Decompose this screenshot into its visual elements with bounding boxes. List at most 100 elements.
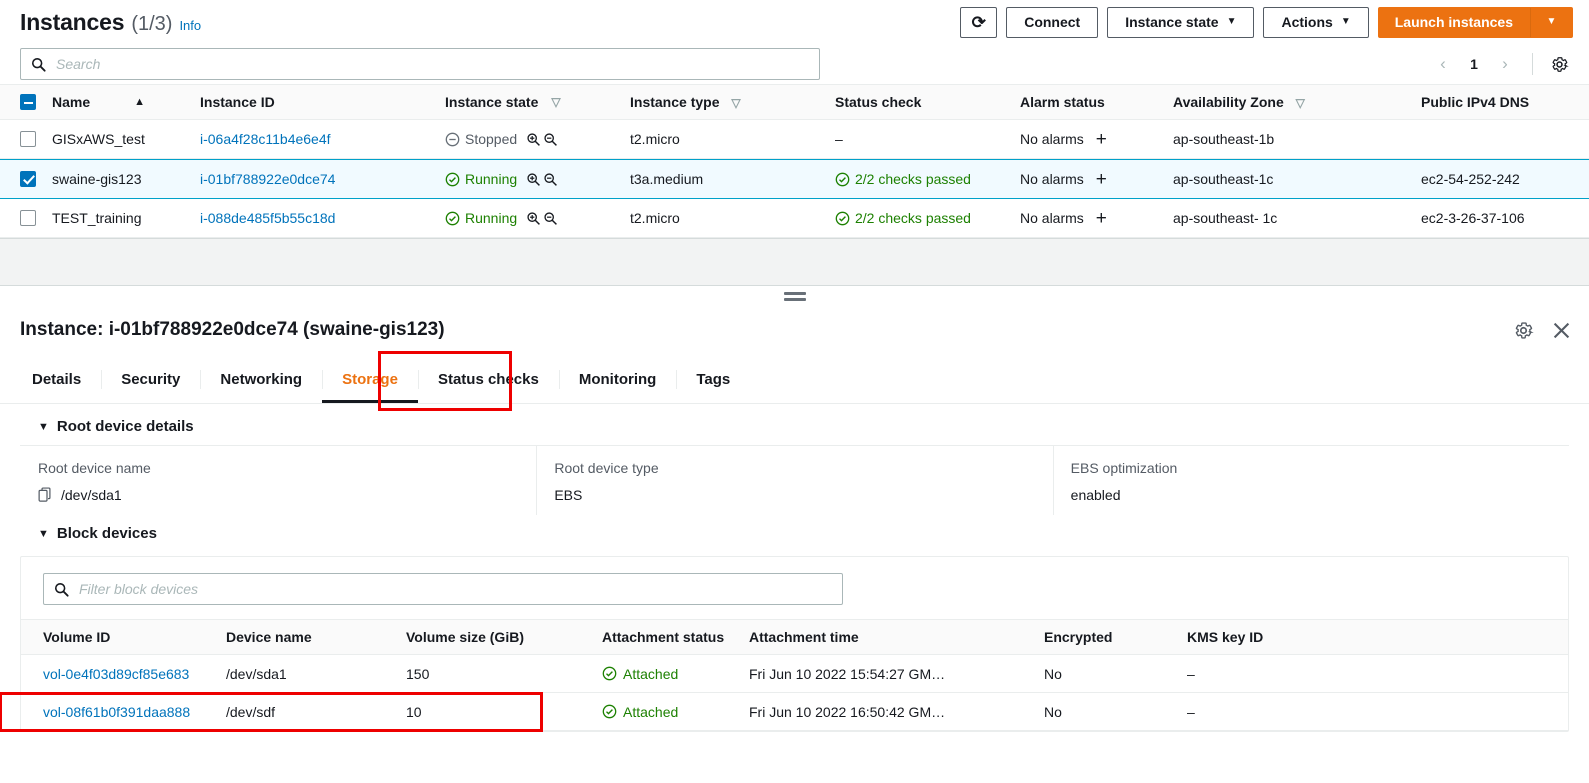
cell-attachment-time: Fri Jun 10 2022 16:50:42 GM… — [749, 703, 946, 720]
cell-device-name: /dev/sdf — [226, 703, 276, 720]
column-label-name: Name — [52, 94, 91, 110]
tab-monitoring[interactable]: Monitoring — [558, 356, 676, 403]
chevron-down-icon: ▼ — [1546, 16, 1557, 27]
cell-kms-key-id: – — [1187, 703, 1195, 720]
zoom-in-icon[interactable] — [526, 132, 541, 147]
detail-tabs-wrap: Details Security Networking Storage Stat… — [0, 351, 1589, 411]
tab-networking[interactable]: Networking — [200, 356, 322, 403]
row-checkbox[interactable] — [20, 210, 36, 226]
zoom-out-icon[interactable] — [543, 172, 558, 187]
volume-id-link[interactable]: vol-0e4f03d89cf85e683 — [43, 666, 189, 682]
tab-storage[interactable]: Storage — [322, 356, 418, 403]
cell-volume-size: 10 — [406, 703, 422, 720]
connect-label: Connect — [1024, 14, 1081, 30]
column-header-instance-id[interactable]: Instance ID — [200, 94, 445, 110]
column-header-public-ipv4-dns[interactable]: Public IPv4 DNS — [1421, 94, 1589, 110]
add-alarm-icon[interactable]: + — [1096, 170, 1107, 189]
tab-label: Storage — [342, 371, 398, 388]
column-label-status-check: Status check — [835, 94, 922, 110]
field-value-row: EBS — [554, 487, 1052, 503]
tab-security[interactable]: Security — [101, 356, 200, 403]
table-preferences-gear-icon[interactable] — [1545, 50, 1573, 78]
column-header-availability-zone[interactable]: Availability Zone ▽ — [1173, 94, 1421, 110]
column-header-attachment-status[interactable]: Attachment status — [602, 629, 749, 645]
prev-page-button[interactable]: ‹ — [1428, 49, 1458, 79]
alarm-label: No alarms — [1020, 131, 1084, 147]
column-header-instance-type[interactable]: Instance type ▽ — [630, 94, 835, 110]
page-title: Instances — [20, 8, 125, 35]
table-row[interactable]: swaine-gis123 i-01bf788922e0dce74 Runnin… — [0, 159, 1589, 199]
volume-id-link[interactable]: vol-08f61b0f391daa888 — [43, 704, 190, 720]
attachment-status-label: Attached — [623, 703, 679, 720]
row-checkbox[interactable] — [20, 171, 36, 187]
column-header-attachment-time[interactable]: Attachment time — [749, 629, 1044, 645]
cell-instance-id: i-01bf788922e0dce74 — [200, 171, 445, 187]
cell-public-ipv4-dns: ec2-54-252-242 — [1421, 171, 1520, 187]
column-header-volume-size[interactable]: Volume size (GiB) — [406, 629, 602, 645]
page-header: Instances (1/3) Info ⟳ Connect Instance … — [0, 0, 1589, 44]
table-row[interactable]: GISxAWS_test i-06a4f28c11b4e6e4f Stopped… — [0, 120, 1589, 159]
cell-alarm-status: No alarms + — [1020, 130, 1173, 149]
column-header-alarm-status[interactable]: Alarm status — [1020, 94, 1173, 110]
cell-instance-type: t2.micro — [630, 131, 680, 147]
sort-icon: ▽ — [551, 95, 561, 109]
select-all-checkbox[interactable] — [20, 94, 36, 110]
detail-settings-gear-icon[interactable] — [1513, 320, 1534, 341]
table-row[interactable]: TEST_training i-088de485f5b55c18d Runnin… — [0, 199, 1589, 238]
close-icon[interactable] — [1550, 319, 1573, 342]
root-device-details-grid: Root device name /dev/sda1 Root device t… — [20, 445, 1569, 515]
info-link[interactable]: Info — [179, 18, 201, 33]
launch-instances-button[interactable]: Launch instances — [1377, 6, 1530, 38]
refresh-button[interactable]: ⟳ — [960, 6, 998, 38]
tab-label: Details — [32, 371, 82, 388]
zoom-in-icon[interactable] — [526, 211, 541, 226]
alarm-label: No alarms — [1020, 171, 1084, 187]
column-header-volume-id[interactable]: Volume ID — [43, 629, 226, 645]
column-header-instance-state[interactable]: Instance state ▽ — [445, 94, 630, 110]
root-device-name-field: Root device name /dev/sda1 — [20, 460, 536, 503]
table-row[interactable]: vol-08f61b0f391daa888 /dev/sdf 10 Attach… — [0, 692, 1568, 732]
column-label-availability-zone: Availability Zone — [1173, 94, 1284, 110]
tab-details[interactable]: Details — [12, 356, 101, 403]
page-number-1[interactable]: 1 — [1462, 56, 1486, 72]
field-value: EBS — [554, 487, 583, 503]
cell-instance-id: i-06a4f28c11b4e6e4f — [200, 131, 445, 147]
row-checkbox[interactable] — [20, 131, 36, 147]
tab-status-checks[interactable]: Status checks — [417, 356, 559, 403]
block-devices-section-header[interactable]: ▼ Block devices — [20, 515, 1569, 552]
instance-state-button[interactable]: Instance state ▼ — [1107, 6, 1255, 38]
launch-instances-dropdown-button[interactable]: ▼ — [1530, 6, 1573, 38]
running-icon — [445, 211, 460, 226]
block-devices-filter-box[interactable] — [43, 573, 843, 605]
root-device-details-section-header[interactable]: ▼ Root device details — [20, 404, 1569, 445]
sort-ascending-icon: ▲ — [134, 96, 146, 108]
instance-id-link[interactable]: i-088de485f5b55c18d — [200, 210, 335, 226]
connect-button[interactable]: Connect — [1006, 6, 1099, 38]
instance-id-link[interactable]: i-01bf788922e0dce74 — [200, 171, 335, 187]
column-header-status-check[interactable]: Status check — [835, 94, 1020, 110]
zoom-out-icon[interactable] — [543, 211, 558, 226]
stopped-icon — [445, 132, 460, 147]
tab-label: Networking — [220, 371, 303, 388]
add-alarm-icon[interactable]: + — [1096, 209, 1107, 228]
zoom-out-icon[interactable] — [543, 132, 558, 147]
cell-instance-type: t2.micro — [630, 210, 680, 226]
table-row[interactable]: vol-0e4f03d89cf85e683 /dev/sda1 150 Atta… — [21, 655, 1568, 693]
search-box[interactable] — [20, 48, 820, 80]
cell-name: swaine-gis123 — [52, 171, 142, 187]
column-header-kms-key-id[interactable]: KMS key ID — [1187, 629, 1568, 645]
cell-public-ipv4-dns: ec2-3-26-37-106 — [1421, 210, 1525, 226]
search-input[interactable] — [54, 49, 809, 79]
add-alarm-icon[interactable]: + — [1096, 130, 1107, 149]
actions-button[interactable]: Actions ▼ — [1263, 6, 1369, 38]
block-devices-filter-input[interactable] — [77, 574, 832, 604]
instance-id-link[interactable]: i-06a4f28c11b4e6e4f — [200, 131, 331, 147]
next-page-button[interactable]: › — [1490, 49, 1520, 79]
tab-tags[interactable]: Tags — [676, 356, 750, 403]
copy-icon[interactable] — [38, 487, 53, 503]
panel-resize-handle[interactable] — [783, 292, 806, 304]
column-header-name[interactable]: Name ▲ — [52, 94, 200, 110]
zoom-in-icon[interactable] — [526, 172, 541, 187]
column-header-encrypted[interactable]: Encrypted — [1044, 629, 1187, 645]
column-header-device-name[interactable]: Device name — [226, 629, 406, 645]
